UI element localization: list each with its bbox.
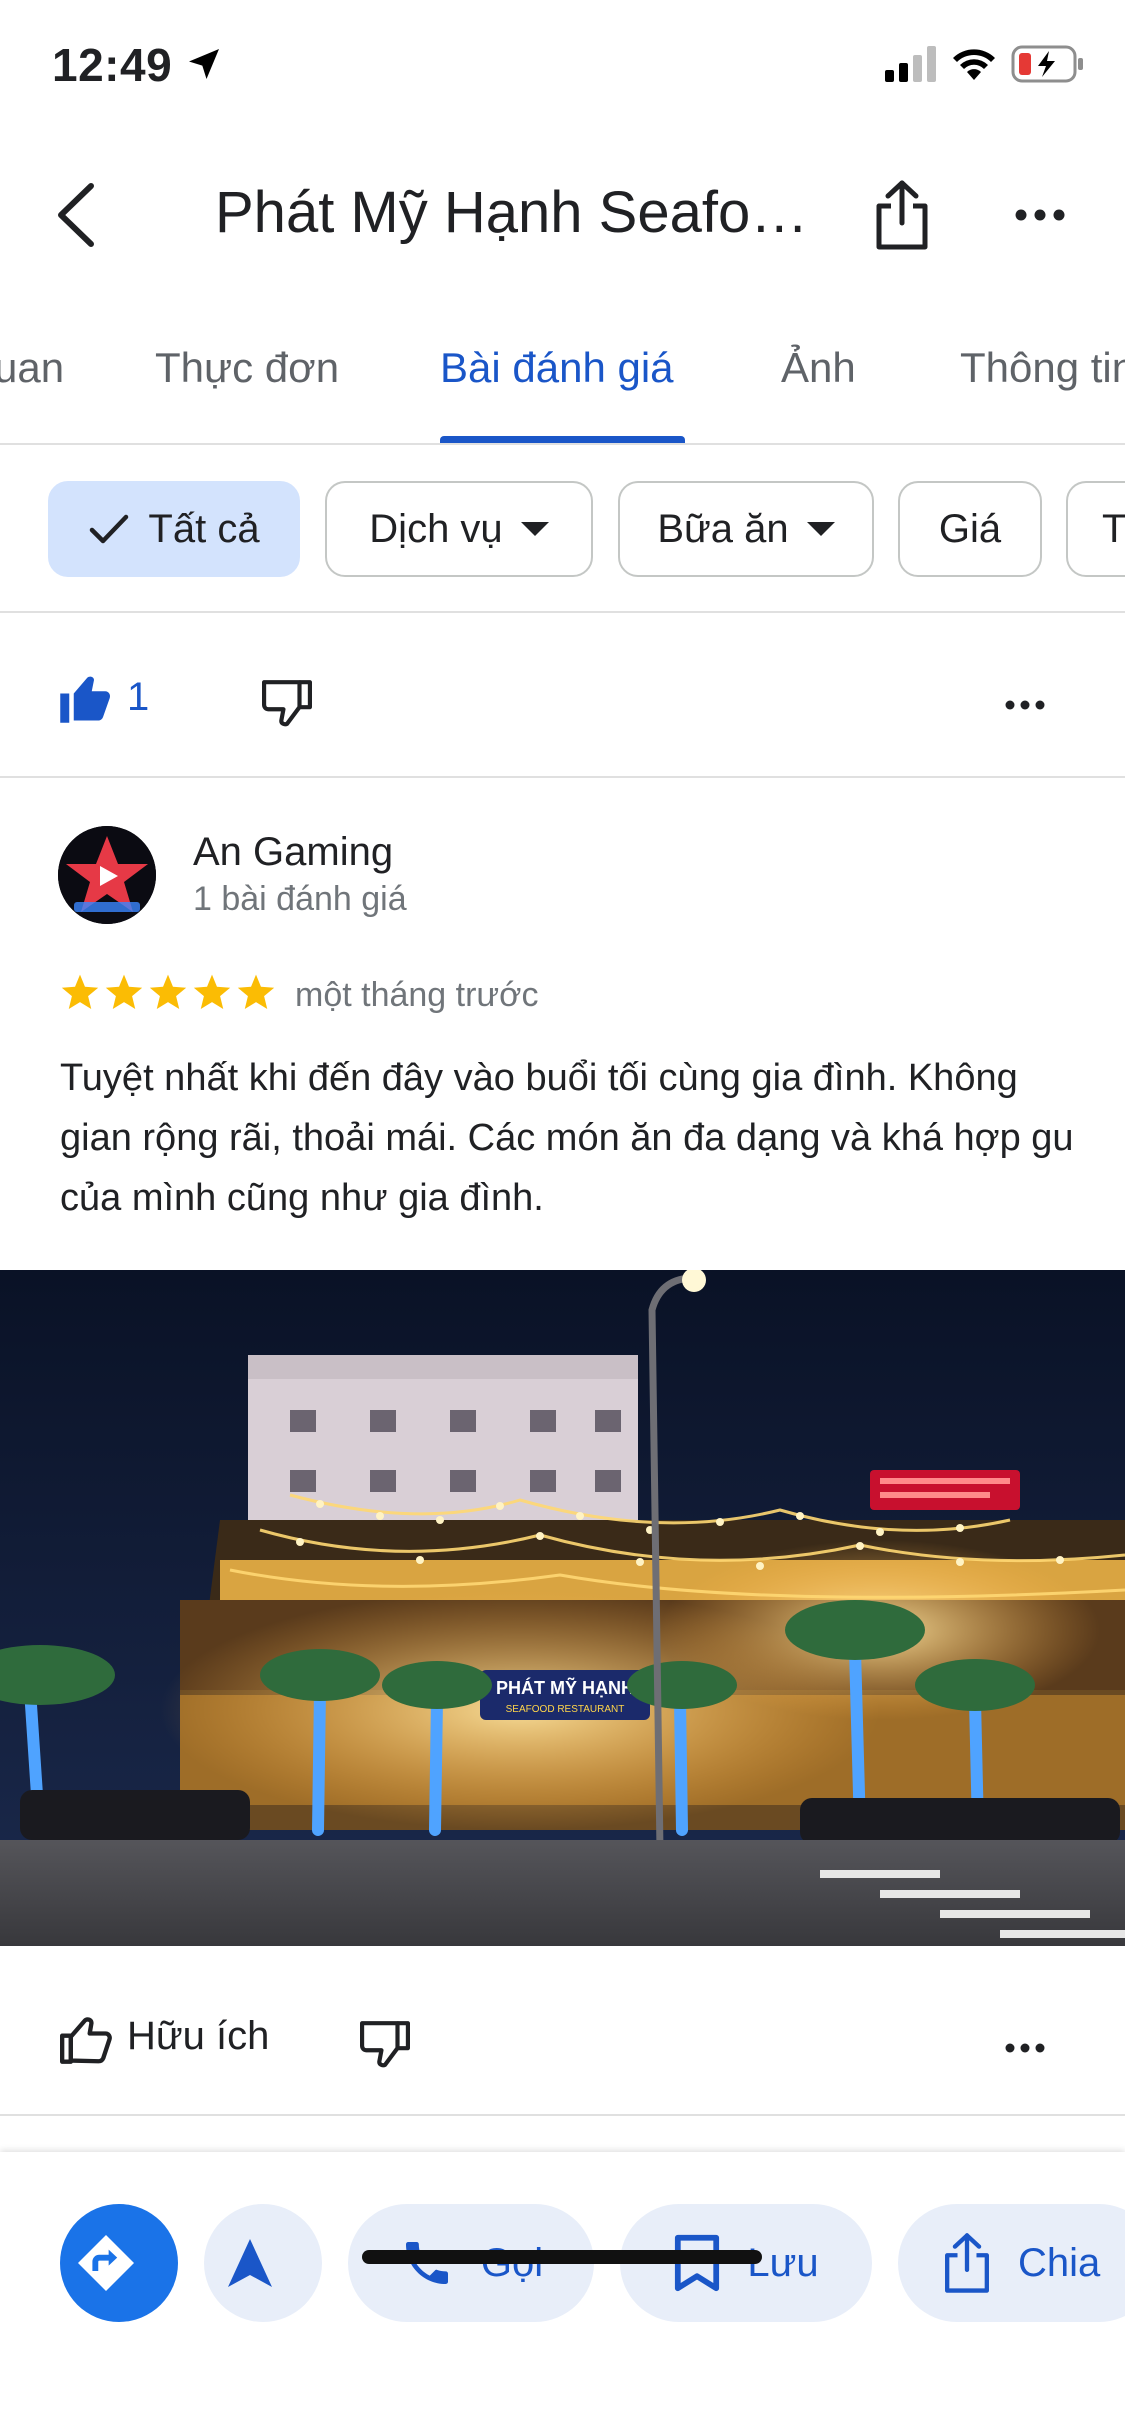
thumb-down-icon[interactable] <box>360 2020 410 2073</box>
directions-button[interactable] <box>60 2204 178 2322</box>
status-time: 12:49 <box>52 39 173 91</box>
tab-photos[interactable]: Ảnh <box>781 344 856 392</box>
review-filter-chips: Tất cả Dịch vụ Bữa ăn Giá T <box>0 445 1125 613</box>
like-count: 1 <box>127 675 150 719</box>
chip-more-label: T <box>1102 506 1125 551</box>
more-options-button[interactable] <box>1000 175 1080 255</box>
previous-review-actions: 1 <box>0 613 1125 778</box>
thumb-down-icon[interactable] <box>262 679 312 732</box>
tab-about[interactable]: Thông tin <box>960 344 1125 392</box>
place-tabs: uan Thực đơn Bài đánh giá Ảnh Thông tin <box>0 300 1125 445</box>
review-more-icon[interactable] <box>1005 2040 1045 2058</box>
share-icon <box>945 2233 989 2293</box>
star-icon <box>61 974 99 1010</box>
place-title: Phát Mỹ Hạnh Seafo… <box>215 180 809 245</box>
battery-low-charging-icon <box>1011 45 1085 88</box>
wifi-icon <box>951 46 997 87</box>
tab-reviews[interactable]: Bài đánh giá <box>440 344 674 392</box>
share-label: Chia <box>1018 2240 1101 2285</box>
home-indicator[interactable] <box>362 2250 762 2264</box>
restaurant-sign: PHÁT MỸ HẠNH <box>496 1677 634 1698</box>
reviewer-name[interactable]: An Gaming <box>193 830 393 875</box>
helpful-label[interactable]: Hữu ích <box>127 2014 269 2059</box>
reviewer-avatar[interactable] <box>58 826 156 924</box>
dropdown-caret-icon <box>806 522 835 536</box>
thumb-up-filled-icon[interactable] <box>58 673 112 728</box>
bottom-action-bar: Gọi Lưu Chia <box>0 2152 1125 2436</box>
chip-all-label: Tất cả <box>148 506 260 551</box>
dropdown-caret-icon <box>520 522 549 536</box>
restaurant-sign-sub: SEAFOOD RESTAURANT <box>506 1704 625 1715</box>
chip-meal[interactable]: Bữa ăn <box>618 481 874 577</box>
location-arrow-icon <box>184 44 224 84</box>
share-place-button[interactable]: Chia <box>898 2204 1125 2322</box>
review-text: Tuyệt nhất khi đến đây vào buổi tối cùng… <box>60 1057 1074 1219</box>
reviewer-review-count: 1 bài đánh giá <box>193 880 407 918</box>
navigation-arrow-icon <box>228 2239 272 2287</box>
status-indicators <box>885 45 1085 88</box>
helpful-button[interactable] <box>60 2016 112 2069</box>
review-photo[interactable]: PHÁT MỸ HẠNH SEAFOOD RESTAURANT <box>0 1270 1125 1946</box>
star-icon <box>149 974 187 1010</box>
star-icon <box>193 974 231 1010</box>
thumb-up-icon <box>60 2017 112 2064</box>
chip-price[interactable]: Giá <box>898 481 1042 577</box>
back-button[interactable] <box>36 175 116 255</box>
check-icon <box>90 514 129 544</box>
star-icon <box>237 974 275 1010</box>
chip-price-label: Giá <box>938 506 1002 551</box>
chevron-left-icon <box>58 183 94 247</box>
place-header: Phát Mỹ Hạnh Seafo… <box>0 135 1125 300</box>
chip-service-label: Dịch vụ <box>369 506 503 551</box>
review-actions: Hữu ích <box>0 1946 1125 2116</box>
chip-service[interactable]: Dịch vụ <box>325 481 593 577</box>
active-tab-indicator <box>440 436 685 443</box>
review-date: một tháng trước <box>295 976 539 1014</box>
cellular-signal-icon <box>885 45 937 87</box>
rating-stars <box>60 973 276 1011</box>
chip-more[interactable]: T <box>1066 481 1125 577</box>
tab-menu[interactable]: Thực đơn <box>155 344 339 392</box>
share-button[interactable] <box>862 173 942 257</box>
chip-all[interactable]: Tất cả <box>48 481 300 577</box>
chip-meal-label: Bữa ăn <box>657 506 789 551</box>
more-horizontal-icon <box>1015 209 1065 221</box>
tab-overview[interactable]: uan <box>0 344 64 392</box>
review-more-icon[interactable] <box>1005 697 1045 715</box>
status-bar: 12:49 <box>0 0 1125 135</box>
start-navigation-button[interactable] <box>204 2204 322 2322</box>
star-icon <box>105 974 143 1010</box>
directions-icon <box>78 2235 134 2291</box>
share-icon <box>876 180 928 250</box>
